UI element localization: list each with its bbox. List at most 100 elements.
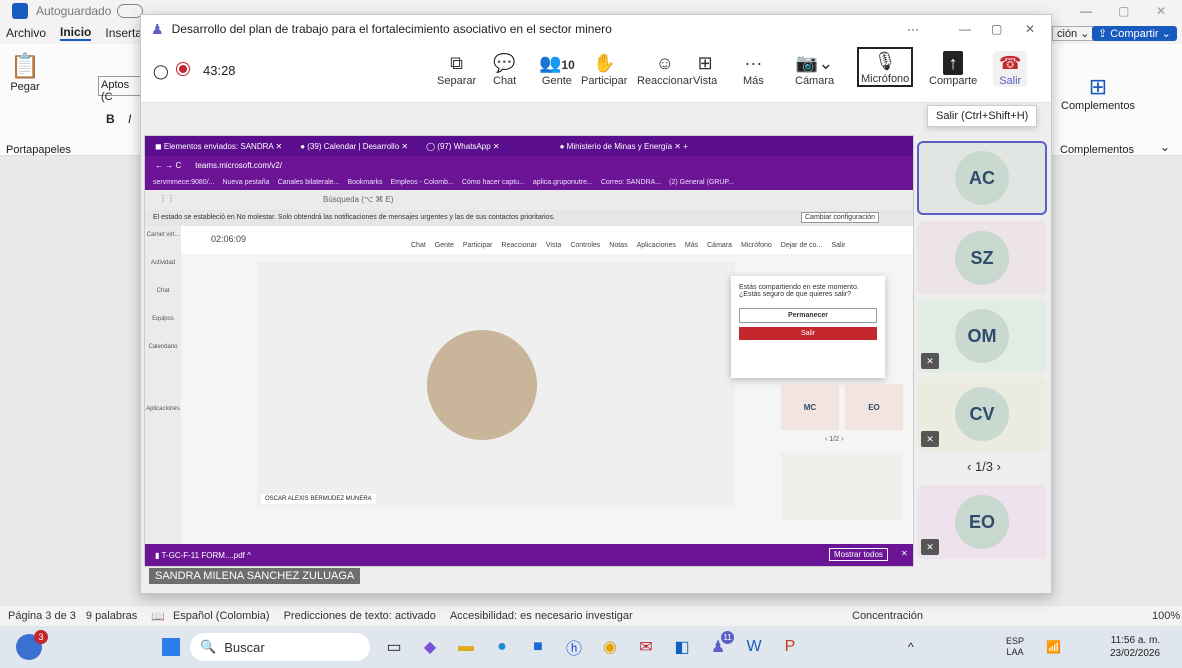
inner-more[interactable]: Más	[685, 242, 698, 249]
bookmark[interactable]: Nueva pestaña	[222, 179, 269, 186]
mail-icon[interactable]: ✉	[632, 633, 660, 661]
share-button[interactable]: ⇪ Compartir ⌄	[1092, 25, 1177, 41]
close-icon[interactable]: ✕	[1156, 4, 1166, 18]
browser-tab[interactable]: ◯ (97) WhatsApp ✕	[426, 142, 499, 151]
more-button[interactable]: ··· Más	[743, 51, 764, 87]
share-screen-button[interactable]: ↑ Comparte	[929, 51, 977, 87]
predictions-status[interactable]: Predicciones de texto: activado	[284, 610, 436, 622]
chevron-down-icon[interactable]: ⌄	[1160, 140, 1170, 154]
app-launcher-icon[interactable]: ⋮⋮	[159, 194, 175, 203]
nav-icons[interactable]: ← → C	[155, 161, 181, 170]
close-icon[interactable]: ✕	[1025, 22, 1035, 36]
stay-button[interactable]: Permanecer	[739, 308, 877, 323]
bookmark[interactable]: Empleos - Colomb...	[390, 179, 453, 186]
inner-chat[interactable]: Chat	[411, 242, 426, 249]
rail-item[interactable]: Carnet virt...	[145, 232, 181, 238]
edit-mode-dropdown[interactable]: ción ⌄	[1052, 25, 1095, 41]
start-icon[interactable]	[160, 636, 182, 658]
browser-tab[interactable]: ◼ Elementos enviados: SANDRA ✕	[155, 142, 282, 151]
powerpoint-icon[interactable]: P	[776, 633, 804, 661]
more-options-icon[interactable]: ···	[907, 22, 919, 36]
bookmark[interactable]: (2) General (GRUP...	[669, 179, 734, 186]
inner-apps[interactable]: Aplicaciones	[637, 242, 676, 249]
addins-button[interactable]: ⊞ Complementos	[1058, 74, 1138, 112]
leave-button[interactable]: ☎ Salir	[993, 51, 1028, 87]
confirm-leave-button[interactable]: Salir	[739, 327, 877, 340]
restore-icon[interactable]: ▢	[991, 22, 1002, 36]
bold-button[interactable]: B	[106, 112, 115, 126]
rail-item[interactable]: Aplicaciones	[145, 406, 181, 412]
camera-button[interactable]: 📷⌄ Cámara	[795, 51, 834, 87]
bookmark[interactable]: aplica.gruponutre...	[533, 179, 593, 186]
url-field[interactable]: teams.microsoft.com/v2/	[195, 161, 282, 170]
rail-item[interactable]: Equipos	[145, 316, 181, 322]
browser-tab-active[interactable]: ● (39) Calendar | Desarrollo ✕	[300, 142, 408, 151]
inner-camera[interactable]: Cámara	[707, 242, 732, 249]
inner-notes[interactable]: Notas	[609, 242, 627, 249]
word-count[interactable]: 9 palabras	[86, 610, 137, 622]
menu-insertar[interactable]: Inserta	[105, 26, 142, 40]
clock[interactable]: 11:56 a. m. 23/02/2026	[1110, 634, 1160, 660]
bookmark[interactable]: Cómo hacer captu...	[462, 179, 525, 186]
download-item[interactable]: ▮ T-GC-F-11 FORM....pdf ^	[155, 551, 251, 560]
word-icon[interactable]: W	[740, 633, 768, 661]
inner-view[interactable]: Vista	[546, 242, 561, 249]
mic-button[interactable]: 🎙 Micrófono	[857, 47, 914, 87]
page-count[interactable]: Página 3 de 3	[8, 610, 76, 622]
language-indicator[interactable]: ESP LAA	[1006, 636, 1024, 658]
bookmark[interactable]: Canales bilaterale...	[278, 179, 340, 186]
bookmark[interactable]: Bookmarks	[347, 179, 382, 186]
hp-icon[interactable]: ⓗ	[560, 633, 588, 661]
paste-button[interactable]: 📋 Pegar	[8, 52, 42, 93]
react-button[interactable]: ☺ Reaccionar	[637, 51, 693, 87]
chat-button[interactable]: 💬 Chat	[493, 51, 516, 87]
minimize-icon[interactable]: —	[1080, 4, 1092, 18]
rail-item[interactable]: Calendario	[145, 344, 181, 350]
language-status[interactable]: Español (Colombia)	[173, 610, 270, 622]
font-name-box[interactable]: Aptos (C	[98, 76, 142, 103]
hand-icon: ✋	[593, 53, 616, 73]
inner-controls[interactable]: Controles	[570, 242, 600, 249]
rail-item[interactable]: Actividad	[145, 260, 181, 266]
italic-button[interactable]: I	[128, 112, 131, 126]
inner-react[interactable]: Reaccionar	[501, 242, 536, 249]
change-settings-button[interactable]: Cambiar configuración	[801, 212, 880, 223]
edge-icon[interactable]: ●	[488, 633, 516, 661]
store-icon[interactable]: ■	[524, 633, 552, 661]
chrome-icon[interactable]: ◉	[596, 633, 624, 661]
bookmark[interactable]: servmmece:9080/...	[153, 179, 214, 186]
separate-button[interactable]: ⧉ Separar	[437, 51, 476, 87]
zoom-level[interactable]: 100%	[1152, 610, 1180, 622]
minimize-icon[interactable]: —	[959, 22, 971, 36]
people-button[interactable]: 👥10 Gente	[539, 51, 575, 87]
teams-icon[interactable]: ♟ 11	[704, 631, 734, 661]
close-icon[interactable]: ✕	[901, 549, 908, 558]
browser-tab[interactable]: ● Ministerio de Minas y Energía ✕ +	[560, 142, 688, 151]
menu-inicio[interactable]: Inicio	[60, 25, 92, 41]
proofing-icon[interactable]: 📖	[151, 610, 165, 623]
inner-stop-share[interactable]: Dejar de co...	[781, 242, 823, 249]
mini-pager[interactable]: ‹ 1/2 ›	[825, 436, 843, 443]
focus-mode[interactable]: Concentración	[852, 610, 923, 622]
outlook-icon[interactable]: ◧	[668, 633, 696, 661]
raise-hand-button[interactable]: ✋ Participar	[581, 51, 627, 87]
task-view-icon[interactable]: ▭	[380, 633, 408, 661]
accessibility-status[interactable]: Accesibilidad: es necesario investigar	[450, 610, 633, 622]
menu-archivo[interactable]: Archivo	[6, 26, 46, 40]
inner-leave[interactable]: Salir	[831, 242, 845, 249]
bookmark[interactable]: Correo: SANDRA...	[601, 179, 661, 186]
taskbar-search[interactable]: 🔍 Buscar	[190, 633, 370, 661]
tray-chevron-icon[interactable]: ^	[908, 640, 914, 654]
restore-icon[interactable]: ▢	[1118, 4, 1129, 18]
rail-item[interactable]: Chat	[145, 288, 181, 294]
show-all-button[interactable]: Mostrar todos	[829, 548, 888, 561]
inner-people[interactable]: Gente	[435, 242, 454, 249]
inner-search-input[interactable]: Búsqueda (⌥ ⌘ E)	[323, 195, 583, 204]
participant-pager[interactable]: ‹ 1/3 ›	[967, 459, 1001, 474]
view-button[interactable]: ⊞ Vista	[693, 51, 717, 87]
inner-mic[interactable]: Micrófono	[741, 242, 772, 249]
copilot-icon[interactable]: ◆	[416, 633, 444, 661]
wifi-icon[interactable]: 📶	[1046, 640, 1061, 654]
inner-participate[interactable]: Participar	[463, 242, 493, 249]
file-explorer-icon[interactable]: ▬	[452, 633, 480, 661]
